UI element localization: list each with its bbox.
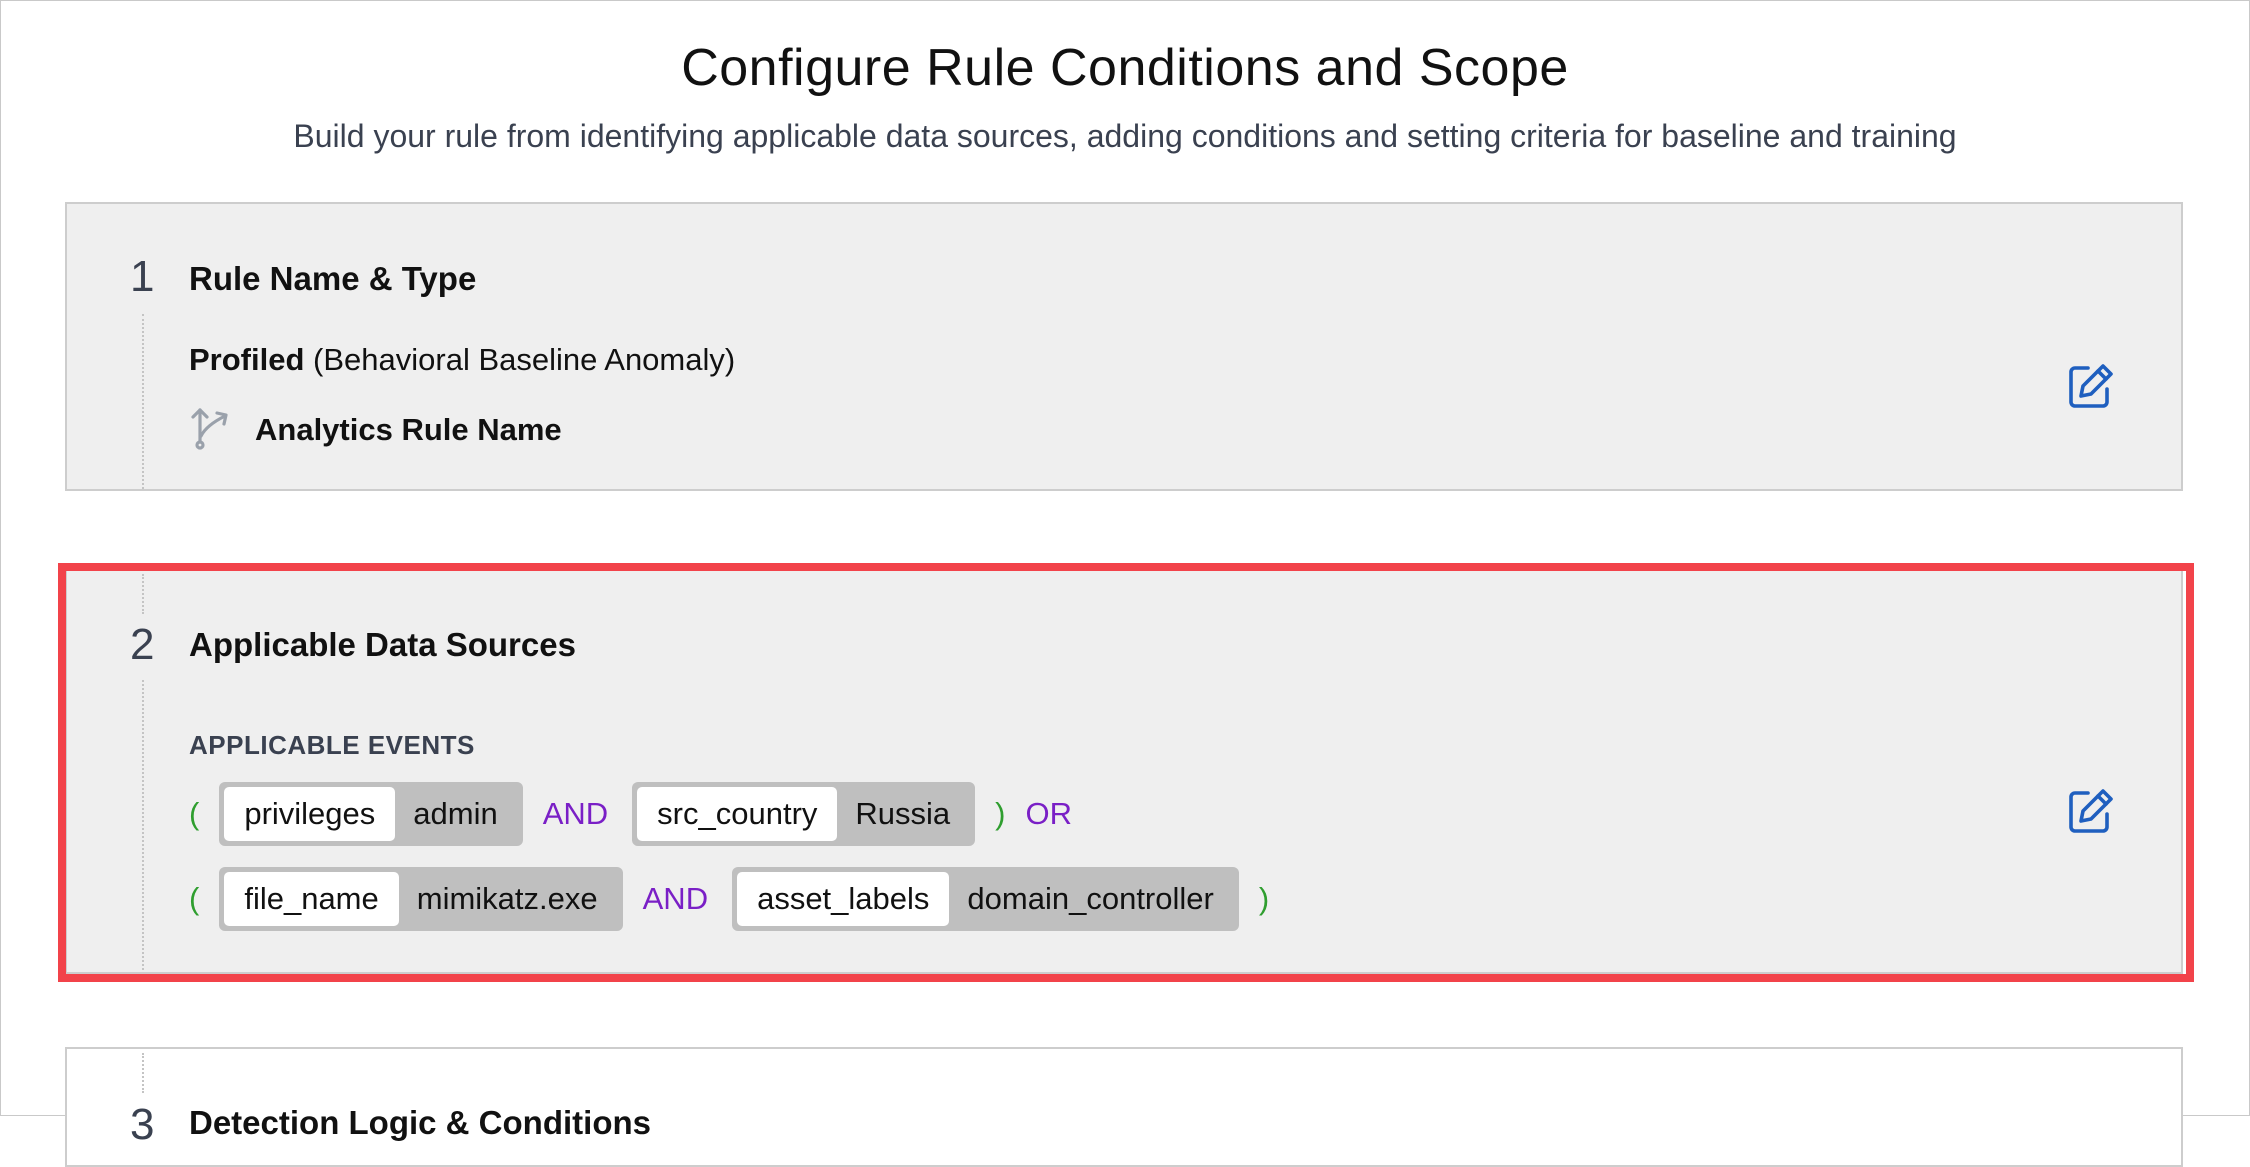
- condition-chip[interactable]: asset_labels domain_controller: [732, 867, 1239, 931]
- close-paren: ): [995, 796, 1006, 831]
- operator-and: AND: [642, 881, 709, 916]
- condition-value: admin: [413, 796, 498, 831]
- condition-key: src_country: [637, 787, 838, 841]
- step-connector-line: [142, 1053, 144, 1093]
- applicable-events-label: APPLICABLE EVENTS: [189, 730, 475, 760]
- condition-value: Russia: [855, 796, 951, 831]
- rule-type-label: Profiled: [189, 342, 305, 377]
- open-paren: (: [189, 796, 200, 831]
- condition-key: privileges: [224, 787, 396, 841]
- step-title: Applicable Data Sources: [189, 626, 576, 663]
- operator-or: OR: [1025, 796, 1073, 831]
- step-number: 2: [130, 620, 155, 669]
- edit-icon[interactable]: [2066, 361, 2116, 411]
- condition-key: asset_labels: [737, 872, 950, 926]
- condition-group: ( privileges admin AND src_country Russi…: [189, 781, 1072, 847]
- operator-and: AND: [542, 796, 609, 831]
- page-subtitle: Build your rule from identifying applica…: [293, 118, 1957, 154]
- step-title: Rule Name & Type: [189, 260, 477, 297]
- step-connector-line: [142, 680, 144, 970]
- condition-value: mimikatz.exe: [416, 881, 598, 916]
- open-paren: (: [189, 881, 200, 916]
- merge-arrows-icon: [191, 408, 228, 450]
- step-connector-line: [142, 314, 144, 489]
- condition-key: file_name: [224, 872, 399, 926]
- close-paren: ): [1258, 881, 1270, 916]
- edit-icon[interactable]: [2066, 786, 2116, 836]
- step-title: Detection Logic & Conditions: [189, 1104, 651, 1141]
- condition-value: domain_controller: [967, 881, 1214, 916]
- condition-chip[interactable]: file_name mimikatz.exe: [219, 867, 623, 931]
- condition-group: ( file_name mimikatz.exe AND asset_label…: [189, 866, 1269, 932]
- condition-chip[interactable]: src_country Russia: [632, 782, 976, 846]
- rule-type-description: (Behavioral Baseline Anomaly): [313, 342, 736, 377]
- rule-name: Analytics Rule Name: [255, 412, 562, 447]
- rule-type: Profiled (Behavioral Baseline Anomaly): [189, 342, 735, 378]
- step-number: 1: [130, 252, 155, 301]
- page-title: Configure Rule Conditions and Scope: [681, 39, 1569, 97]
- step-connector-line: [142, 574, 144, 614]
- condition-chip[interactable]: privileges admin: [219, 782, 523, 846]
- step-number: 3: [130, 1100, 155, 1149]
